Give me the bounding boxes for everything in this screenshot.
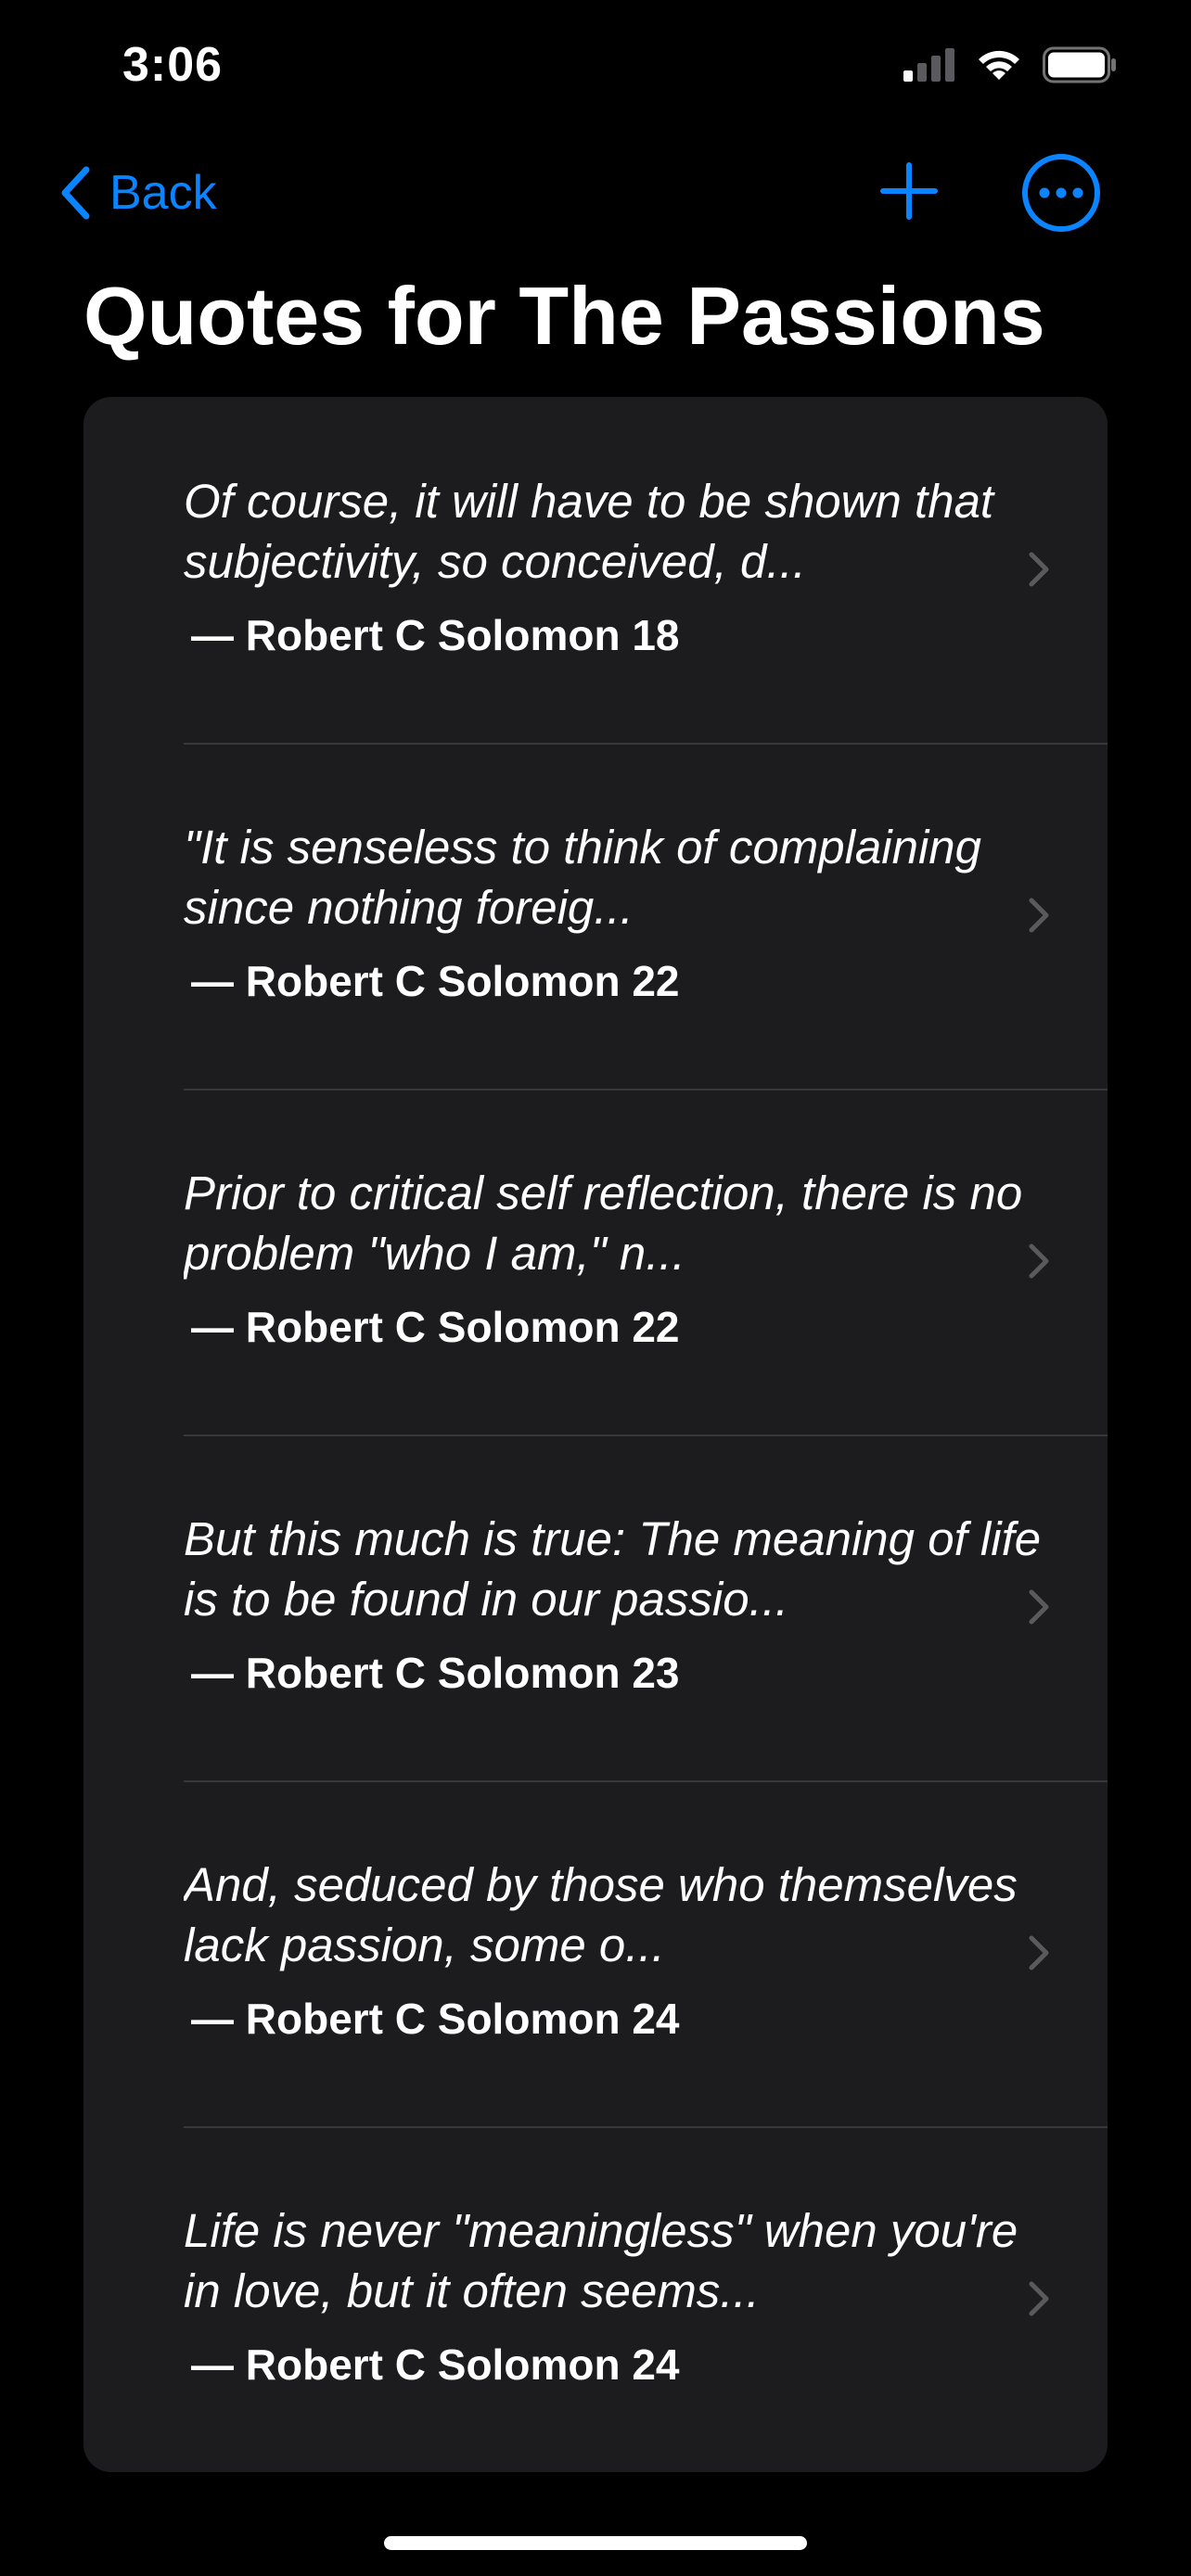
quote-row[interactable]: Of course, it will have to be shown that… (83, 397, 1108, 743)
quote-source: — Robert C Solomon 23 (191, 1649, 680, 1697)
quote-source: — Robert C Solomon 24 (191, 1995, 680, 2043)
back-button[interactable]: Back (59, 156, 217, 230)
add-quote-button[interactable] (876, 158, 942, 224)
quote-row[interactable]: Life is never "meaningless" when you're … (83, 2126, 1108, 2472)
quote-text: But this much is true: The meaning of li… (184, 1512, 1042, 1626)
page-title: Quotes for The Passions (83, 270, 1045, 362)
more-options-button[interactable] (1020, 152, 1102, 234)
quote-source: — Robert C Solomon 22 (191, 1303, 680, 1351)
chevron-left-icon (61, 166, 90, 220)
chevron-right-icon (1029, 2281, 1049, 2316)
quote-text: Of course, it will have to be shown that… (184, 475, 994, 588)
quote-list: Of course, it will have to be shown that… (83, 397, 1108, 2472)
quote-source: — Robert C Solomon 24 (191, 2340, 680, 2389)
chevron-right-icon (1029, 552, 1049, 587)
quote-row[interactable]: "It is senseless to think of complaining… (83, 743, 1108, 1089)
chevron-right-icon (1029, 898, 1049, 933)
quote-source: — Robert C Solomon 22 (191, 957, 680, 1005)
status-icons (903, 46, 1117, 83)
battery-icon (1043, 46, 1116, 83)
quote-row[interactable]: Prior to critical self reflection, there… (83, 1089, 1108, 1435)
quote-text: And, seduced by those who themselves lac… (184, 1858, 1018, 1971)
chevron-right-icon (1029, 1243, 1049, 1279)
status-bar: 3:06 (0, 0, 1191, 139)
quote-row[interactable]: And, seduced by those who themselves lac… (83, 1780, 1108, 2126)
wifi-icon (979, 50, 1019, 80)
quote-text: Life is never "meaningless" when you're … (184, 2204, 1018, 2317)
chevron-right-icon (1029, 1589, 1049, 1625)
quote-row[interactable]: But this much is true: The meaning of li… (83, 1435, 1108, 1780)
chevron-right-icon (1029, 1935, 1049, 1970)
status-time: 3:06 (122, 38, 224, 92)
home-indicator[interactable] (384, 2536, 807, 2550)
cellular-signal-icon (903, 48, 954, 82)
navigation-bar: Back (0, 139, 1191, 250)
quote-text: "It is senseless to think of complaining… (184, 821, 982, 934)
quote-text: Prior to critical self reflection, there… (184, 1167, 1023, 1280)
back-button-label: Back (109, 166, 217, 220)
quote-source: — Robert C Solomon 18 (191, 611, 680, 659)
